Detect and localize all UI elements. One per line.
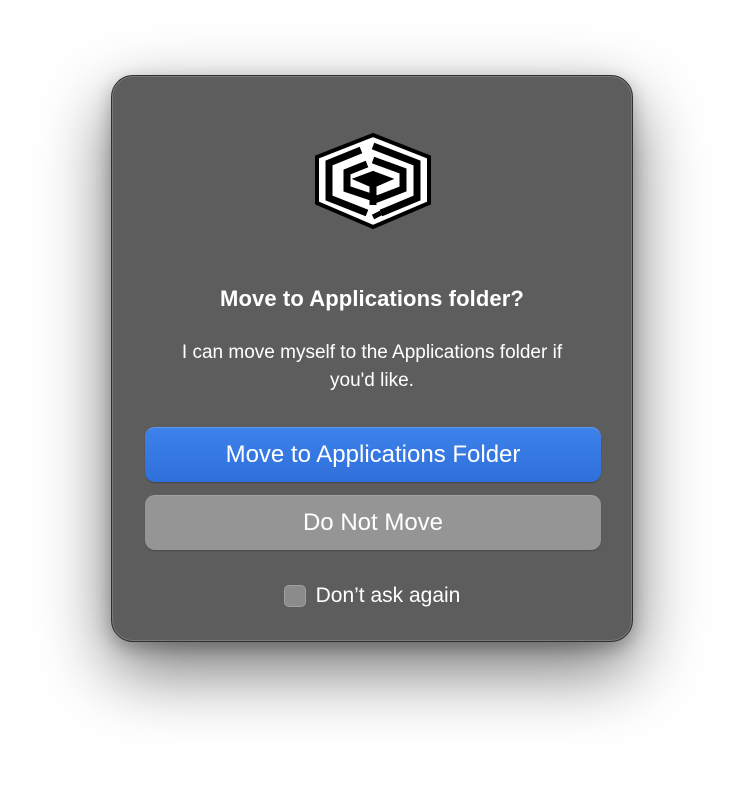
app-logo-icon: [315, 132, 431, 230]
dialog-message: I can move myself to the Applications fo…: [181, 342, 563, 391]
do-not-move-button-label: Do Not Move: [302, 508, 444, 536]
dont-ask-again-label[interactable]: Don’t ask again: [316, 584, 461, 608]
dont-ask-again-checkbox[interactable]: [283, 585, 306, 607]
dialog-title: Move to Applications folder?: [220, 286, 524, 311]
dont-ask-again-row: Don’t ask again: [112, 584, 632, 608]
move-to-applications-button[interactable]: Move to Applications Folder: [145, 427, 601, 482]
move-to-applications-dialog: Move to Applications folder? I can move …: [111, 75, 633, 642]
move-to-applications-button-label: Move to Applications Folder: [225, 440, 521, 468]
do-not-move-button[interactable]: Do Not Move: [145, 495, 601, 550]
